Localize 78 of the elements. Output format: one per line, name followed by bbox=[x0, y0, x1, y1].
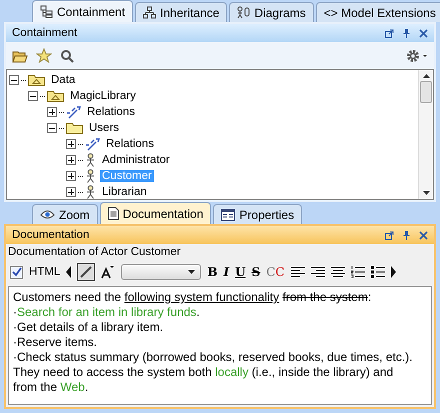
text-line: ·Check status summary (borrowed books, reserved books, due times, etc.). bbox=[13, 350, 414, 365]
scroll-right-icon[interactable] bbox=[390, 266, 396, 278]
close-icon[interactable] bbox=[419, 230, 428, 240]
html-label: HTML bbox=[29, 266, 60, 278]
expander-icon[interactable] bbox=[28, 91, 38, 101]
actor-icon bbox=[85, 185, 96, 199]
folder-icon bbox=[66, 122, 83, 134]
tree-icon bbox=[40, 5, 53, 18]
text-line: ·Get details of a library item. bbox=[13, 320, 164, 335]
relation-icon bbox=[66, 106, 81, 118]
actor-icon bbox=[85, 169, 96, 183]
settings-icon[interactable] bbox=[406, 48, 428, 62]
tree-item[interactable]: MagicLibrary bbox=[68, 90, 138, 102]
star-icon[interactable] bbox=[36, 48, 52, 63]
text-line: They need to access the system both locally (i.e., inside the library) and from the Web. bbox=[13, 365, 394, 395]
expander-icon[interactable] bbox=[66, 187, 76, 197]
scrollbar[interactable] bbox=[418, 70, 433, 199]
package-icon bbox=[47, 90, 64, 102]
expander-icon[interactable] bbox=[66, 171, 76, 181]
close-icon[interactable] bbox=[419, 28, 428, 38]
font-dropdown[interactable] bbox=[121, 264, 202, 280]
italic-button[interactable]: I bbox=[223, 265, 230, 279]
folder-icon[interactable] bbox=[12, 48, 28, 62]
align-left-icon[interactable] bbox=[290, 266, 305, 278]
table-icon bbox=[221, 208, 236, 220]
tree-item[interactable]: Relations bbox=[85, 106, 137, 118]
expander-icon[interactable] bbox=[47, 123, 57, 133]
align-center-icon[interactable] bbox=[330, 266, 345, 278]
view-tab[interactable]: <> Model Extensions bbox=[316, 2, 440, 22]
hierarchy-icon bbox=[143, 6, 156, 19]
panel-title: Containment bbox=[12, 27, 78, 39]
tree-item[interactable]: Relations bbox=[104, 138, 156, 150]
undock-icon[interactable] bbox=[385, 230, 394, 240]
relation-icon bbox=[85, 138, 100, 150]
expander-icon[interactable] bbox=[9, 75, 19, 85]
tree-item[interactable]: Users bbox=[87, 122, 122, 134]
view-tab[interactable]: Inheritance bbox=[135, 2, 228, 22]
text-line: Customers need the following system functionality from the system: bbox=[13, 290, 372, 305]
strike-button[interactable]: S bbox=[252, 265, 260, 279]
underline-button[interactable]: U bbox=[235, 265, 246, 279]
pen-icon[interactable] bbox=[77, 263, 96, 281]
tree-item[interactable]: Administrator bbox=[100, 154, 172, 166]
bullet-list-icon[interactable] bbox=[370, 266, 385, 278]
panel-title: Documentation bbox=[12, 229, 90, 241]
pin-icon[interactable] bbox=[402, 28, 411, 38]
text-line: ·Search for an item in library funds. bbox=[13, 305, 201, 320]
documentation-subtitle: Documentation of Actor Customer bbox=[7, 245, 182, 260]
diagram-icon bbox=[237, 6, 250, 19]
search-icon[interactable] bbox=[60, 48, 74, 62]
numbered-list-icon[interactable] bbox=[350, 266, 365, 278]
actor-icon bbox=[85, 153, 96, 167]
dropdown-arrow-icon bbox=[188, 270, 196, 274]
tree-item[interactable]: Librarian bbox=[100, 186, 149, 198]
scroll-left-icon[interactable] bbox=[66, 266, 72, 278]
view-tab[interactable]: Properties bbox=[213, 204, 302, 224]
eye-icon bbox=[40, 209, 55, 220]
html-checkbox[interactable] bbox=[10, 266, 23, 278]
undock-icon[interactable] bbox=[385, 28, 394, 38]
view-tab[interactable]: Documentation bbox=[100, 202, 212, 224]
documentation-text-area[interactable] bbox=[8, 286, 432, 405]
case-button[interactable]: CC bbox=[266, 265, 285, 279]
bold-button[interactable]: B bbox=[207, 265, 218, 279]
tree-item[interactable]: Data bbox=[49, 74, 78, 86]
view-tab[interactable]: Containment bbox=[32, 0, 134, 22]
view-tab[interactable]: Diagrams bbox=[229, 2, 314, 22]
expander-icon[interactable] bbox=[66, 139, 76, 149]
expander-icon[interactable] bbox=[66, 155, 76, 165]
scroll-up-icon[interactable] bbox=[422, 74, 430, 78]
font-size-icon[interactable] bbox=[101, 265, 116, 279]
scroll-down-icon[interactable] bbox=[422, 191, 430, 195]
view-tab[interactable]: Zoom bbox=[32, 204, 98, 224]
align-right-icon[interactable] bbox=[310, 266, 325, 278]
text-line: ·Reserve items. bbox=[13, 335, 98, 350]
document-icon bbox=[108, 207, 119, 220]
package-icon bbox=[28, 74, 45, 86]
scroll-thumb[interactable] bbox=[420, 81, 432, 103]
pin-icon[interactable] bbox=[402, 230, 411, 240]
expander-icon[interactable] bbox=[47, 107, 57, 117]
